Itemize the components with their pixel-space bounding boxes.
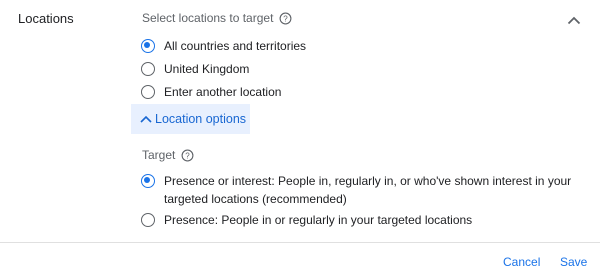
radio-button[interactable] xyxy=(141,213,155,227)
collapse-section-button[interactable] xyxy=(562,8,586,32)
radio-button[interactable] xyxy=(141,85,155,99)
help-circle-icon[interactable]: ? xyxy=(181,149,194,162)
radio-all-countries[interactable]: All countries and territories xyxy=(141,39,306,55)
radio-button[interactable] xyxy=(141,62,155,76)
section-title: Locations xyxy=(18,11,74,26)
location-options-button[interactable]: Location options xyxy=(131,104,250,134)
save-button[interactable]: Save xyxy=(560,255,587,269)
target-heading-label: Target xyxy=(142,148,176,162)
radio-label-line: Presence or interest: People in, regular… xyxy=(164,174,572,188)
radio-label: Presence: People in or regularly in your… xyxy=(164,213,473,227)
radio-label: Enter another location xyxy=(164,85,282,99)
locations-panel: Locations Select locations to target ? A… xyxy=(0,0,600,280)
cancel-button[interactable]: Cancel xyxy=(503,255,540,269)
chevron-up-icon xyxy=(567,16,581,24)
target-locations-heading-label: Select locations to target xyxy=(142,11,274,25)
radio-united-kingdom[interactable]: United Kingdom xyxy=(141,62,249,78)
target-heading: Target ? xyxy=(142,148,194,162)
svg-text:?: ? xyxy=(186,151,191,160)
radio-button[interactable] xyxy=(141,39,155,53)
footer-divider xyxy=(0,242,600,243)
radio-label: All countries and territories xyxy=(164,39,307,53)
target-locations-heading: Select locations to target ? xyxy=(142,11,292,25)
svg-text:?: ? xyxy=(284,14,289,23)
chevron-up-icon xyxy=(140,115,152,123)
help-circle-icon[interactable]: ? xyxy=(279,12,292,25)
radio-label: United Kingdom xyxy=(164,62,250,76)
radio-presence[interactable]: Presence: People in or regularly in your… xyxy=(141,213,472,229)
radio-label: Presence or interest: People in, regular… xyxy=(164,172,571,208)
radio-presence-or-interest[interactable]: Presence or interest: People in, regular… xyxy=(141,174,571,208)
radio-label-line: targeted locations (recommended) xyxy=(164,192,347,206)
radio-button[interactable] xyxy=(141,174,155,188)
radio-enter-another-location[interactable]: Enter another location xyxy=(141,85,281,101)
location-options-label: Location options xyxy=(155,112,247,126)
